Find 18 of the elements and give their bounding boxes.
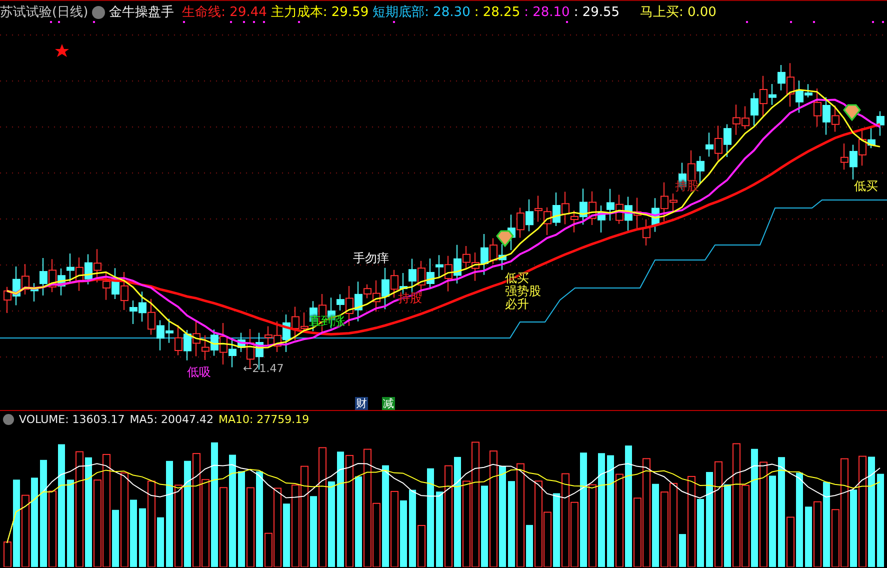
event-badge[interactable]: 财: [355, 397, 368, 411]
signal-label: 低吸: [186, 365, 212, 380]
signal-label: 手勿痒: [352, 251, 390, 266]
ma10-value: MA10: 27759.19: [218, 413, 310, 426]
stock-title: 苏试试验(日线): [0, 4, 88, 21]
indicator-value: 生命线: 29.44: [182, 4, 267, 21]
indicator-value: 短期底部: 28.30: [372, 4, 470, 21]
indicator-value: : 28.25: [474, 4, 520, 20]
event-badge[interactable]: 减: [382, 397, 395, 411]
signal-label: 低买: [853, 179, 879, 194]
low-price-marker: ←21.47: [243, 362, 284, 375]
volume-value: VOLUME: 13603.17: [19, 413, 125, 426]
indicator-name: 金牛操盘手: [109, 4, 174, 21]
buy-signal-value: 马上买: 0.00: [640, 4, 716, 21]
indicator-value: : 29.55: [574, 4, 620, 20]
indicator-value: : 28.10: [524, 4, 570, 20]
indicator-value: 主力成本: 29.59: [270, 4, 369, 21]
ma5-value: MA5: 20047.42: [130, 413, 214, 426]
